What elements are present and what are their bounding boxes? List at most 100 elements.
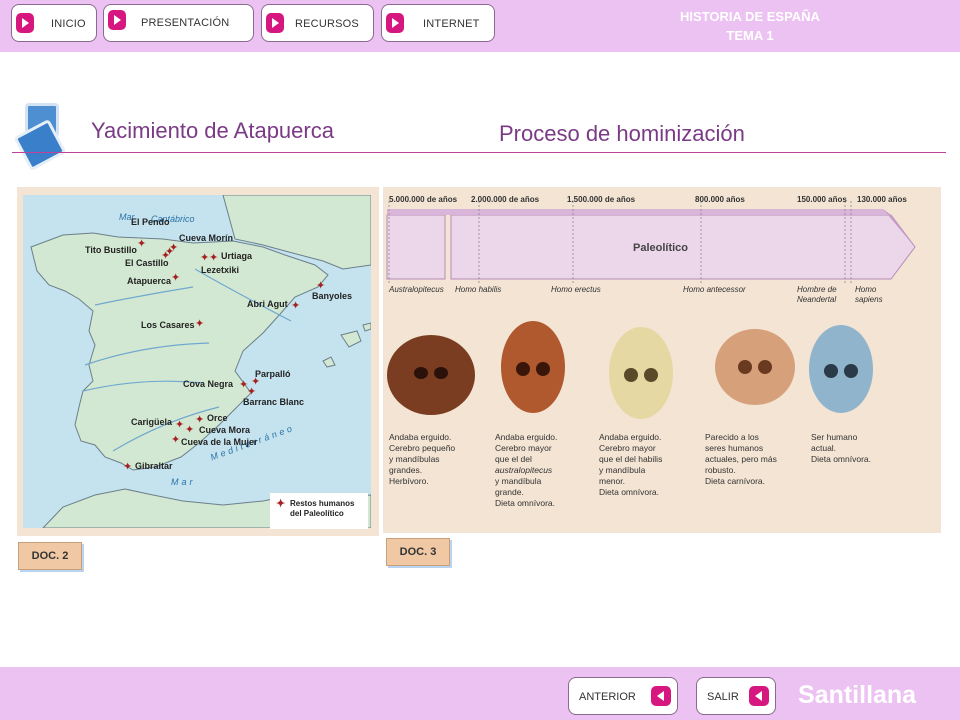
species-description: Ser humano actual. Dieta omnívora. bbox=[811, 432, 911, 465]
species-description: Andaba erguido. Cerebro mayor que el del… bbox=[599, 432, 691, 498]
skull-eye bbox=[738, 360, 752, 374]
description-line: grandes. bbox=[389, 465, 423, 475]
description-line: Andaba erguido. bbox=[389, 432, 452, 442]
page-title-left: Yacimiento de Atapuerca bbox=[91, 118, 334, 143]
land-ibiza bbox=[322, 356, 336, 368]
skull-eye bbox=[758, 360, 772, 374]
exit-label: SALIR bbox=[707, 691, 739, 703]
description-line: Dieta omnívora. bbox=[811, 454, 871, 464]
legend-text: Restos humanos del Paleolítico bbox=[290, 499, 354, 519]
nav-button-recursos[interactable]: RECURSOS bbox=[261, 4, 374, 42]
description-line: Cerebro pequeño bbox=[389, 443, 456, 453]
description-line: Cerebro mayor bbox=[495, 443, 552, 453]
skull-shape bbox=[501, 321, 565, 413]
course-title: HISTORIA DE ESPAÑA TEMA 1 bbox=[680, 7, 820, 45]
species-label: Homo erectus bbox=[551, 285, 601, 294]
nav-label: INTERNET bbox=[423, 18, 480, 30]
site-label: El Pendo bbox=[131, 217, 170, 227]
skull-australopitecus bbox=[387, 335, 475, 415]
site-label: Gibraltar bbox=[135, 461, 173, 471]
title-divider bbox=[12, 152, 946, 153]
skull-shape bbox=[715, 329, 795, 405]
description-line: robusto. bbox=[705, 465, 736, 475]
description-line: grande. bbox=[495, 487, 524, 497]
site-marker: ✦ bbox=[195, 318, 204, 330]
nav-button-presentacion[interactable]: PRESENTACIÓN bbox=[103, 4, 254, 42]
land-menorca bbox=[362, 322, 371, 332]
site-label: Cueva Mora bbox=[199, 425, 251, 435]
previous-label: ANTERIOR bbox=[579, 691, 636, 703]
skull-eye bbox=[516, 362, 530, 376]
skull-shape bbox=[809, 325, 873, 413]
arrow-right-icon bbox=[266, 13, 284, 33]
skull-eye bbox=[824, 364, 838, 378]
description-line: que el del habilis bbox=[599, 454, 663, 464]
site-label: Parpalló bbox=[255, 369, 291, 379]
map-legend: ✦ Restos humanos del Paleolítico bbox=[270, 493, 368, 529]
description-line: Andaba erguido. bbox=[599, 432, 662, 442]
timeline-year: 800.000 años bbox=[695, 195, 745, 204]
course-name: HISTORIA DE ESPAÑA bbox=[680, 9, 820, 24]
brand-logo: Santillana bbox=[798, 681, 917, 709]
site-label: Lezetxiki bbox=[201, 265, 240, 275]
site-label: Urtiaga bbox=[221, 251, 253, 261]
site-label: El Castillo bbox=[125, 258, 169, 268]
nav-label: PRESENTACIÓN bbox=[141, 17, 230, 29]
description-line: y mandíbula bbox=[599, 465, 646, 475]
description-line: actual. bbox=[811, 443, 837, 453]
timeline-band-top bbox=[387, 209, 891, 215]
nav-label: RECURSOS bbox=[295, 18, 359, 30]
site-label: Tito Bustillo bbox=[85, 245, 137, 255]
nav-label: INICIO bbox=[51, 18, 86, 30]
nav-button-inicio[interactable]: INICIO bbox=[11, 4, 97, 42]
iberia-map-svg: ✦ ✦ ✦ ✦ ✦ ✦ ✦ ✦ ✦ ✦ ✦ ✦ ✦ ✦ ✦ ✦ ✦ ✦ bbox=[30, 195, 371, 528]
site-marker: ✦ bbox=[137, 238, 146, 250]
exit-button[interactable]: SALIR bbox=[696, 677, 776, 715]
description-line: Dieta omnívora. bbox=[495, 498, 555, 508]
site-marker: ✦ bbox=[171, 272, 180, 284]
arrow-right-icon bbox=[16, 13, 34, 33]
arrow-left-icon bbox=[749, 686, 769, 706]
timeline-year: 130.000 años bbox=[857, 195, 907, 204]
species-description: Andaba erguido. Cerebro pequeño y mandíb… bbox=[389, 432, 481, 487]
description-line: Herbívoro. bbox=[389, 476, 429, 486]
species-description: Parecido a los seres humanos actuales, p… bbox=[705, 432, 805, 487]
site-label: Carigüela bbox=[131, 417, 173, 427]
skull-shape bbox=[387, 335, 475, 415]
description-line: Dieta carnívora. bbox=[705, 476, 765, 486]
description-line: menor. bbox=[599, 476, 625, 486]
description-line: y mandíbula bbox=[495, 476, 542, 486]
skull-eye bbox=[414, 367, 428, 379]
description-line: y mandíbulas bbox=[389, 454, 440, 464]
description-line: Cerebro mayor bbox=[599, 443, 656, 453]
skull-eye bbox=[624, 368, 638, 382]
skull-sapiens bbox=[809, 325, 873, 413]
site-label: Abri Agut bbox=[247, 299, 288, 309]
arrow-left-icon bbox=[651, 686, 671, 706]
top-bar: INICIO PRESENTACIÓN RECURSOS INTERNET HI… bbox=[0, 0, 960, 52]
nav-button-internet[interactable]: INTERNET bbox=[381, 4, 495, 42]
timeline-year: 5.000.000 de años bbox=[389, 195, 458, 204]
description-line: Parecido a los bbox=[705, 432, 759, 442]
star-icon: ✦ bbox=[276, 498, 286, 510]
site-label: Barranc Blanc bbox=[243, 397, 305, 407]
timeline-year: 2.000.000 de años bbox=[471, 195, 540, 204]
site-label: Cueva Morín bbox=[179, 233, 234, 243]
timeline-year: 1.500.000 de años bbox=[567, 195, 636, 204]
timeline-band-label: Paleolítico bbox=[633, 242, 689, 254]
skull-eye bbox=[644, 368, 658, 382]
site-label: Orce bbox=[207, 413, 228, 423]
course-unit: TEMA 1 bbox=[726, 28, 774, 43]
site-label: Atapuerca bbox=[127, 276, 172, 286]
site-marker: ✦ bbox=[200, 252, 209, 264]
hominization-panel: 5.000.000 de años 2.000.000 de años 1.50… bbox=[383, 187, 941, 533]
description-line: Ser humano bbox=[811, 432, 858, 442]
land-mallorca bbox=[340, 330, 362, 348]
description-line: que el del bbox=[495, 454, 532, 464]
species-label: Homo antecessor bbox=[683, 285, 746, 294]
site-marker: ✦ bbox=[185, 424, 194, 436]
skull-erectus bbox=[609, 327, 673, 419]
legend-line: Restos humanos bbox=[290, 499, 355, 508]
doc-label-2: DOC. 2 bbox=[18, 542, 82, 570]
previous-button[interactable]: ANTERIOR bbox=[568, 677, 678, 715]
